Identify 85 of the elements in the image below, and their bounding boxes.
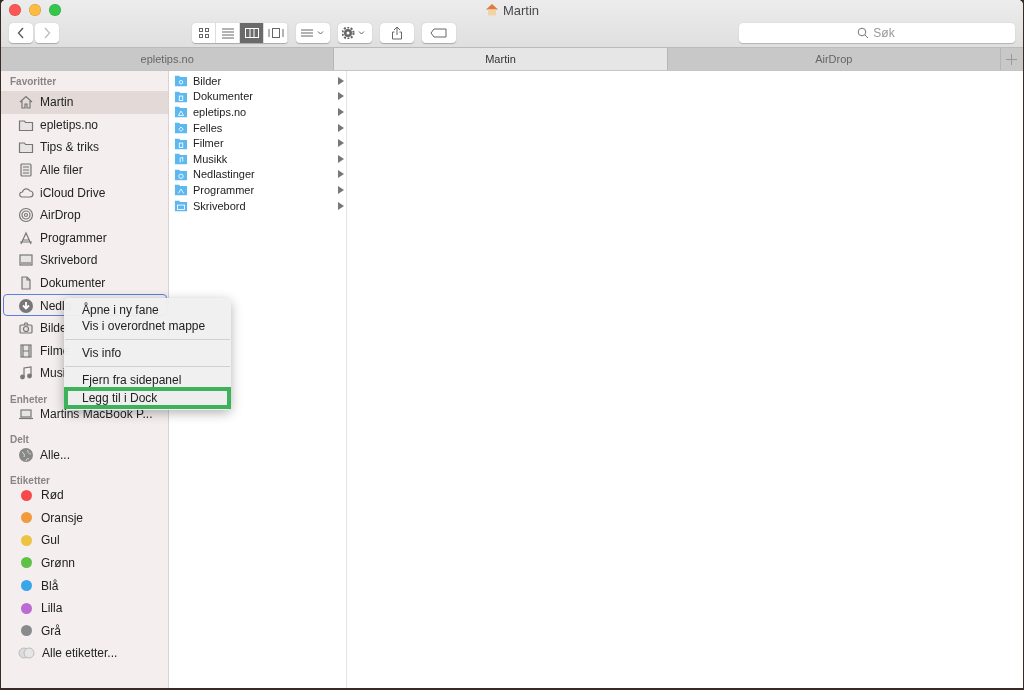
airdrop-icon bbox=[18, 207, 34, 224]
sidebar-item[interactable]: Dokumenter bbox=[1, 271, 108, 295]
sidebar-item[interactable]: Lilla bbox=[1, 596, 65, 620]
folder-icon bbox=[174, 136, 188, 150]
tab[interactable]: Martin bbox=[334, 48, 668, 70]
minimize-button[interactable] bbox=[29, 4, 41, 16]
folder-icon bbox=[174, 89, 188, 103]
view-mode-button[interactable] bbox=[192, 22, 216, 43]
folder-row[interactable]: Filmer bbox=[169, 135, 346, 151]
sidebar-item[interactable]: Gul bbox=[1, 529, 62, 552]
folder-row[interactable]: Skrivebord bbox=[169, 197, 346, 214]
icon-view-icon bbox=[197, 26, 210, 39]
folder-row[interactable]: Dokumenter bbox=[169, 88, 346, 105]
close-button[interactable] bbox=[9, 4, 21, 16]
grid-caret-icon bbox=[300, 27, 326, 38]
folder-icon bbox=[174, 167, 188, 181]
file-cabinet-icon bbox=[18, 162, 34, 179]
action-button[interactable] bbox=[338, 22, 372, 43]
chevron-left-icon bbox=[17, 26, 25, 39]
house-icon bbox=[484, 3, 499, 16]
view-mode-button[interactable] bbox=[240, 22, 264, 43]
camera-icon bbox=[18, 320, 34, 337]
sidebar-item[interactable]: Martin bbox=[1, 91, 168, 114]
window-title: Martin bbox=[502, 3, 540, 18]
folder-icon bbox=[18, 139, 34, 156]
sidebar-item[interactable]: epletips.no bbox=[1, 113, 101, 137]
sidebar-item[interactable]: Rød bbox=[1, 483, 66, 507]
folder-icon bbox=[174, 199, 188, 213]
folder-row[interactable]: epletips.no bbox=[169, 104, 346, 120]
house-icon bbox=[18, 94, 34, 111]
tag-icon bbox=[430, 27, 448, 38]
folder-icon bbox=[174, 183, 188, 197]
folder-icon bbox=[174, 74, 188, 88]
folder-row[interactable]: Bilder bbox=[169, 73, 346, 89]
arrange-button[interactable] bbox=[296, 22, 330, 43]
zoom-button[interactable] bbox=[49, 4, 61, 16]
tags-icon bbox=[18, 647, 36, 660]
share-button[interactable] bbox=[380, 22, 414, 43]
sidebar-item[interactable]: Tips & triks bbox=[1, 136, 101, 159]
sidebar-item[interactable]: Oransje bbox=[1, 506, 86, 530]
column-view-icon bbox=[243, 26, 260, 39]
folder-icon bbox=[174, 121, 188, 135]
search-icon bbox=[857, 26, 869, 39]
plus-icon bbox=[1006, 53, 1018, 65]
folder-row[interactable]: Felles bbox=[169, 119, 346, 136]
sidebar-item[interactable]: Grønn bbox=[1, 551, 77, 575]
sidebar-item[interactable]: iCloud Drive bbox=[1, 181, 108, 204]
sidebar-item[interactable]: AirDrop bbox=[1, 203, 83, 227]
list-view-icon bbox=[220, 26, 235, 39]
folder-icon bbox=[174, 152, 188, 166]
tab[interactable]: AirDrop bbox=[667, 48, 1001, 70]
folder-row[interactable]: Nedlastinger bbox=[169, 166, 346, 183]
sidebar-item[interactable]: Grå bbox=[1, 619, 63, 643]
desktop-icon bbox=[18, 252, 34, 269]
view-mode-button[interactable] bbox=[264, 22, 288, 43]
sidebar-item[interactable]: Alle filer bbox=[1, 158, 85, 182]
laptop-icon bbox=[18, 406, 34, 422]
chevron-right-icon bbox=[43, 26, 51, 39]
music-note-icon bbox=[18, 365, 34, 382]
film-icon bbox=[18, 342, 34, 359]
share-icon bbox=[391, 25, 403, 40]
tag-button[interactable] bbox=[422, 22, 456, 43]
download-icon bbox=[18, 297, 34, 314]
folder-icon bbox=[174, 105, 188, 119]
sidebar-item[interactable]: Skrivebord bbox=[1, 249, 100, 272]
globe-icon bbox=[18, 446, 34, 463]
new-tab-button[interactable] bbox=[1001, 48, 1023, 70]
cover-flow-icon bbox=[266, 26, 285, 39]
menu-item[interactable]: Legg til i Dock bbox=[67, 390, 228, 406]
sidebar-heading: Enheter bbox=[10, 393, 48, 403]
tab[interactable]: epletips.no bbox=[1, 48, 335, 70]
document-icon bbox=[18, 275, 34, 292]
folder-row[interactable]: Programmer bbox=[169, 182, 346, 198]
sidebar-item[interactable]: Alle etiketter... bbox=[1, 642, 120, 665]
sidebar-heading: Delt bbox=[10, 434, 29, 444]
folder-row[interactable]: Musikk bbox=[169, 150, 346, 167]
back-button[interactable] bbox=[9, 22, 33, 43]
sidebar-item[interactable]: Alle... bbox=[1, 443, 72, 466]
sidebar-item[interactable]: Blå bbox=[1, 574, 61, 597]
sidebar-item[interactable]: Programmer bbox=[1, 226, 109, 250]
sidebar-heading: Favoritter bbox=[10, 76, 57, 89]
sidebar-item[interactable]: Filme bbox=[1, 339, 72, 363]
sidebar-heading: Etiketter bbox=[10, 474, 50, 484]
search-field[interactable]: Søk bbox=[739, 22, 1015, 43]
apps-icon bbox=[18, 229, 34, 246]
